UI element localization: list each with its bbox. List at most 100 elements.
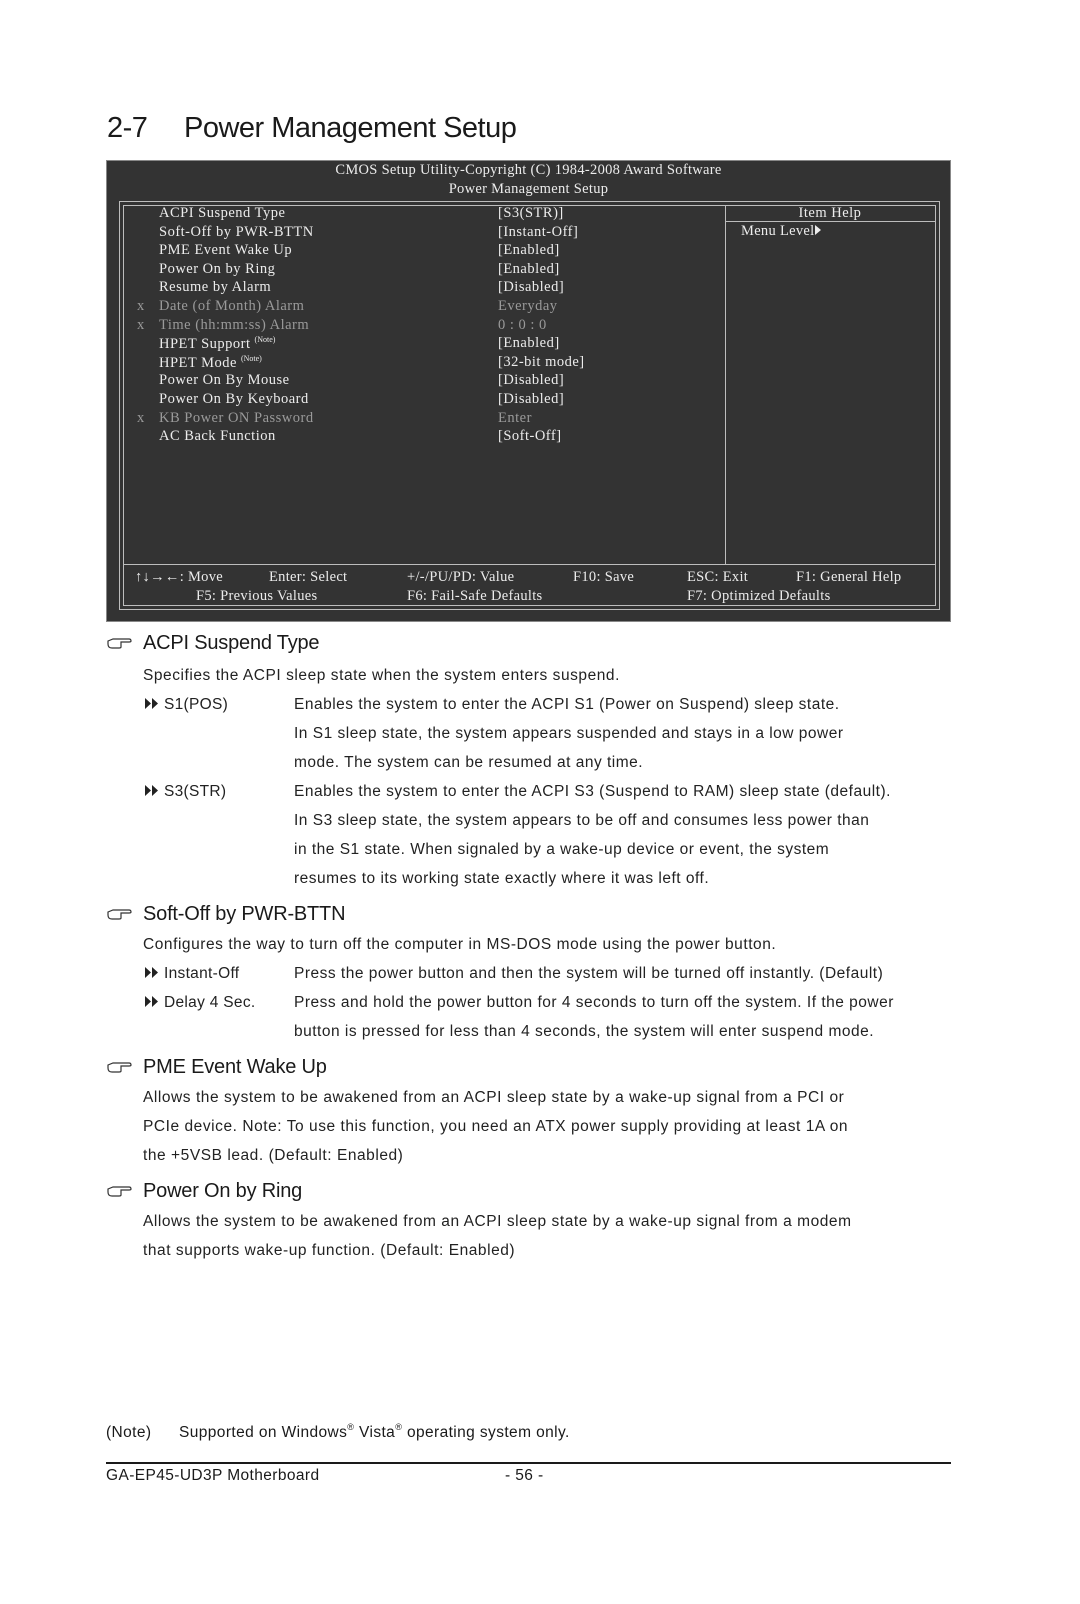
bios-setting-row[interactable]: x KB Power ON Password Enter	[124, 410, 724, 429]
setting-label: Date (of Month) Alarm	[159, 298, 304, 315]
bios-setting-row[interactable]: Power On by Ring [Enabled]	[124, 261, 724, 280]
bios-setting-row[interactable]: Soft-Off by PWR-BTTN [Instant-Off]	[124, 224, 724, 243]
disabled-marker: x	[137, 409, 145, 426]
bios-setting-row[interactable]: PME Event Wake Up [Enabled]	[124, 242, 724, 261]
key-save: F10: Save	[573, 569, 635, 585]
setting-label: HPET Mode (Note)	[159, 354, 262, 372]
setting-label: KB Power ON Password	[159, 410, 314, 427]
note-marker: (Note)	[254, 335, 276, 345]
bios-setting-row[interactable]: x Time (hh:mm:ss) Alarm 0 : 0 : 0	[124, 317, 724, 336]
option-delay-4-sec: Delay 4 Sec.	[145, 994, 255, 1012]
bios-inner-frame: ACPI Suspend Type [S3(STR)] Soft-Off by PW…	[123, 205, 936, 606]
option-s3str: S3(STR)	[145, 783, 226, 801]
pointing-hand-icon	[107, 909, 132, 920]
bios-header: CMOS Setup Utility-Copyright (C) 1984-20…	[107, 161, 950, 199]
bios-setting-row[interactable]: HPET Support (Note) [Enabled]	[124, 335, 724, 354]
pme-text: PCIe device. Note: To use this function,…	[143, 1118, 849, 1135]
setting-value[interactable]: Enter	[498, 410, 532, 427]
bios-setting-row[interactable]: Resume by Alarm [Disabled]	[124, 279, 724, 298]
key-previous-values: F5: Previous Values	[196, 588, 318, 604]
setting-value[interactable]: Everyday	[498, 298, 558, 315]
bios-copyright: CMOS Setup Utility-Copyright (C) 1984-20…	[335, 162, 722, 178]
double-arrow-icon	[145, 783, 159, 801]
bios-setting-row[interactable]: Power On By Keyboard [Disabled]	[124, 391, 724, 410]
ring-text: Allows the system to be awakened from an…	[143, 1213, 852, 1230]
setting-value[interactable]: [Enabled]	[498, 335, 560, 352]
setting-value[interactable]: [32-bit mode]	[498, 354, 585, 371]
bios-setting-row[interactable]: x Date (of Month) Alarm Everyday	[124, 298, 724, 317]
setting-label: Soft-Off by PWR-BTTN	[159, 224, 314, 241]
option-instant-off: Instant-Off	[145, 965, 239, 983]
double-arrow-icon	[145, 965, 159, 983]
item-help-title: Item Help	[798, 205, 862, 221]
setting-label: PME Event Wake Up	[159, 242, 292, 259]
disabled-marker: x	[137, 298, 145, 314]
setting-label: Power On By Mouse	[159, 372, 290, 389]
setting-value[interactable]: [Enabled]	[498, 242, 560, 259]
triangle-right-icon	[815, 225, 822, 235]
bios-column-divider	[725, 206, 726, 564]
option-s1pos: S1(POS)	[145, 696, 228, 714]
bios-setting-row[interactable]: AC Back Function [Soft-Off]	[124, 428, 724, 447]
setting-value[interactable]: [S3(STR)]	[498, 205, 564, 222]
setting-label-text: Resume by Alarm	[159, 279, 272, 296]
setting-label-text: Power On By Keyboard	[159, 391, 309, 407]
pme-text: the +5VSB lead. (Default: Enabled)	[143, 1147, 404, 1164]
bios-setting-row[interactable]: HPET Mode (Note) [32-bit mode]	[124, 354, 724, 373]
bios-setting-row[interactable]: Power On By Mouse [Disabled]	[124, 372, 724, 391]
option-desc: Enables the system to enter the ACPI S3 …	[294, 783, 891, 800]
setting-label: Power On By Keyboard	[159, 391, 309, 408]
option-desc: Enables the system to enter the ACPI S1 …	[294, 696, 840, 713]
key-exit: ESC: Exit	[687, 569, 749, 585]
acpi-intro: Specifies the ACPI sleep state when the …	[143, 667, 620, 684]
setting-value[interactable]: [Disabled]	[498, 372, 564, 389]
pointing-hand-icon	[107, 638, 132, 649]
setting-value[interactable]: 0 : 0 : 0	[498, 317, 547, 334]
option-desc: button is pressed for less than 4 second…	[294, 1023, 875, 1040]
option-desc: mode. The system can be resumed at any t…	[294, 754, 644, 771]
page-title: 2-7 Power Management Setup	[107, 112, 517, 145]
section-number: 2-7	[107, 112, 148, 144]
setting-value[interactable]: [Enabled]	[498, 261, 560, 278]
setting-value[interactable]: [Disabled]	[498, 391, 564, 408]
note-marker: (Note)	[240, 353, 262, 363]
key-move: ↑↓→←: Move	[135, 569, 223, 585]
bios-menu-title: Power Management Setup	[448, 181, 609, 197]
product-name: GA-EP45-UD3P Motherboard	[106, 1467, 320, 1484]
option-desc: Press and hold the power button for 4 se…	[294, 994, 894, 1011]
setting-label-text: Power On by Ring	[159, 260, 276, 277]
pointing-hand-icon	[107, 1186, 132, 1197]
setting-label-text: HPET Support	[159, 336, 251, 353]
key-value: +/-/PU/PD: Value	[407, 569, 515, 585]
setting-label: Power On by Ring	[159, 261, 275, 278]
option-desc: In S1 sleep state, the system appears su…	[294, 725, 844, 742]
setting-label-text: AC Back Function	[159, 428, 276, 445]
disabled-marker: x	[137, 316, 145, 333]
setting-value[interactable]: [Disabled]	[498, 279, 564, 296]
menu-level-label: Menu Level	[741, 223, 815, 239]
footer-divider	[106, 1462, 951, 1464]
double-arrow-icon	[145, 994, 159, 1012]
option-desc: In S3 sleep state, the system appears to…	[294, 812, 870, 829]
setting-label-text: KB Power ON Password	[159, 409, 314, 426]
section-title-text: Power Management Setup	[184, 112, 517, 144]
setting-label-text: PME Event Wake Up	[159, 242, 293, 259]
pme-text: Allows the system to be awakened from an…	[143, 1089, 845, 1106]
ring-text: that supports wake-up function. (Default…	[143, 1242, 516, 1259]
footnote: (Note) Supported on Windows® Vista® opera…	[106, 1422, 570, 1441]
bios-screen: CMOS Setup Utility-Copyright (C) 1984-20…	[106, 160, 951, 622]
page-number: - 56 -	[505, 1467, 544, 1484]
setting-label: Resume by Alarm	[159, 279, 271, 296]
key-select: Enter: Select	[269, 569, 348, 585]
setting-value[interactable]: [Soft-Off]	[498, 428, 562, 445]
note-tag: (Note)	[106, 1424, 152, 1441]
setting-label-text: ACPI Suspend Type	[159, 205, 286, 221]
setting-value[interactable]: [Instant-Off]	[498, 224, 578, 241]
key-optimized-defaults: F7: Optimized Defaults	[687, 588, 831, 604]
setting-label: Time (hh:mm:ss) Alarm	[159, 317, 309, 334]
setting-label: ACPI Suspend Type	[159, 205, 285, 222]
option-desc: resumes to its working state exactly whe…	[294, 870, 710, 887]
bios-setting-row[interactable]: ACPI Suspend Type [S3(STR)]	[124, 205, 724, 224]
setting-label-text: Date (of Month) Alarm	[159, 298, 305, 314]
setting-label-text: Soft-Off by PWR-BTTN	[159, 223, 314, 240]
